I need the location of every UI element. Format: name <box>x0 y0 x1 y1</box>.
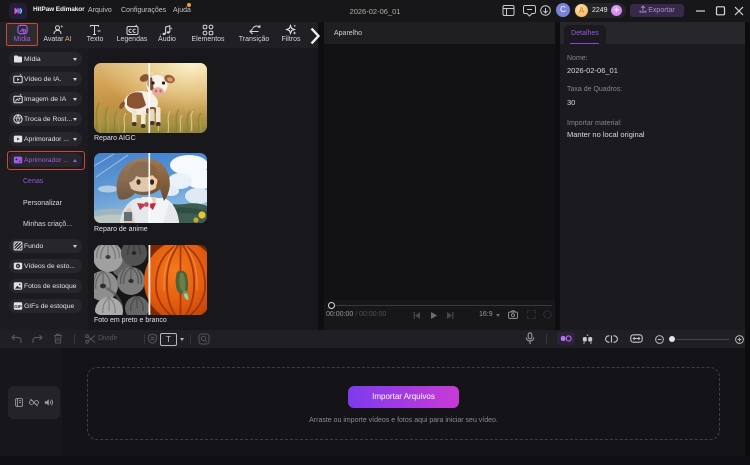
svg-text:GIF: GIF <box>14 304 22 309</box>
